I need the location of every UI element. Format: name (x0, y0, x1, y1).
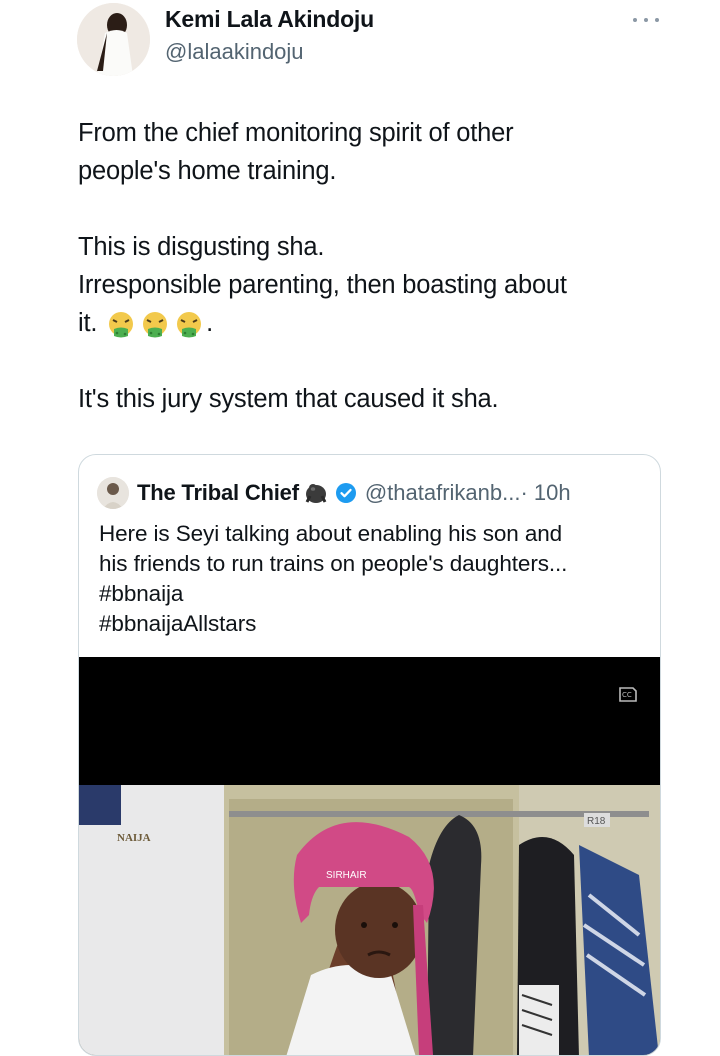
svg-text:CC: CC (622, 691, 632, 699)
face-vomiting-emoji (143, 312, 168, 338)
quoted-line: his friends to run trains on people's da… (99, 551, 568, 576)
more-horizontal-icon[interactable] (633, 10, 659, 30)
tweet-line: Irresponsible parenting, then boasting a… (78, 271, 567, 299)
tweet-line: From the chief monitoring spirit of othe… (78, 119, 514, 147)
tweet-text: From the chief monitoring spirit of othe… (78, 114, 668, 418)
quoted-author-handle[interactable]: @thatafrikanb... (365, 480, 521, 506)
cap-logo-text: SIRHAIR (326, 870, 367, 881)
verified-badge-icon (335, 483, 356, 503)
video-frame: NAIJA R18 SIRHAIR (79, 785, 660, 1055)
quoted-tweet-text: Here is Seyi talking about enabling his … (99, 519, 649, 639)
rating-badge: R18 (587, 816, 606, 827)
tweet-line-with-emoji: it. . (78, 304, 668, 342)
quoted-tweet-header: The Tribal Chief @thatafrikanb... · 10h (97, 477, 571, 509)
tweet-paragraph-2: This is disgusting sha. Irresponsible pa… (78, 228, 668, 342)
tweet-paragraph-3: It's this jury system that caused it sha… (78, 380, 668, 418)
quoted-timestamp[interactable]: · 10h (520, 480, 570, 506)
video-player[interactable]: CC NAIJA R18 SIRHAIR (79, 657, 660, 1055)
gorilla-emoji (305, 484, 327, 503)
tweet-line: This is disgusting sha. (78, 233, 325, 261)
tweet-punctuation: . (206, 309, 214, 337)
face-vomiting-emoji (177, 312, 202, 338)
quoted-author-name[interactable]: The Tribal Chief (137, 480, 299, 506)
hashtag[interactable]: #bbnaija (99, 579, 649, 609)
quoted-line: Here is Seyi talking about enabling his … (99, 521, 563, 546)
tweet-paragraph-1: From the chief monitoring spirit of othe… (78, 114, 668, 190)
author-name[interactable]: Kemi Lala Akindoju (165, 6, 374, 33)
quoted-tweet-card[interactable]: The Tribal Chief @thatafrikanb... · 10h … (78, 454, 661, 1056)
show-logo-text: NAIJA (117, 832, 151, 844)
tweet-line: It's this jury system that caused it sha… (78, 385, 499, 413)
author-avatar[interactable] (77, 3, 150, 76)
face-vomiting-emoji (109, 312, 134, 338)
quoted-author-avatar[interactable] (97, 477, 129, 509)
closed-captions-icon[interactable]: CC (617, 683, 639, 705)
tweet-line: it. (78, 309, 98, 337)
tweet-line: people's home training. (78, 157, 337, 185)
author-handle[interactable]: @lalaakindoju (165, 39, 304, 65)
hashtag[interactable]: #bbnaijaAllstars (99, 609, 649, 639)
